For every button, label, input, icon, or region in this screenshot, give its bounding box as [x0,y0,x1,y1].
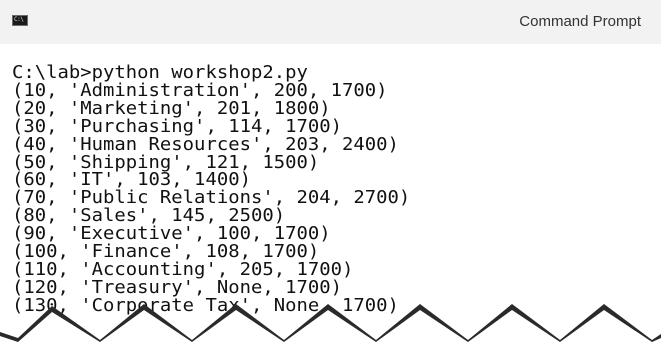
console-lines: C:\lab>python workshop2.py (10, 'Adminis… [12,64,410,315]
console-icon-glyph: C:\ [14,16,24,23]
console-app-icon[interactable]: C:\ [12,15,28,26]
command-prompt-window: C:\ Command Prompt C:\lab>python worksho… [0,0,661,342]
torn-edge-fill [0,310,661,342]
window-title: Command Prompt [519,13,641,30]
title-bar[interactable]: C:\ Command Prompt [0,0,661,44]
torn-edge-decoration [0,304,661,342]
